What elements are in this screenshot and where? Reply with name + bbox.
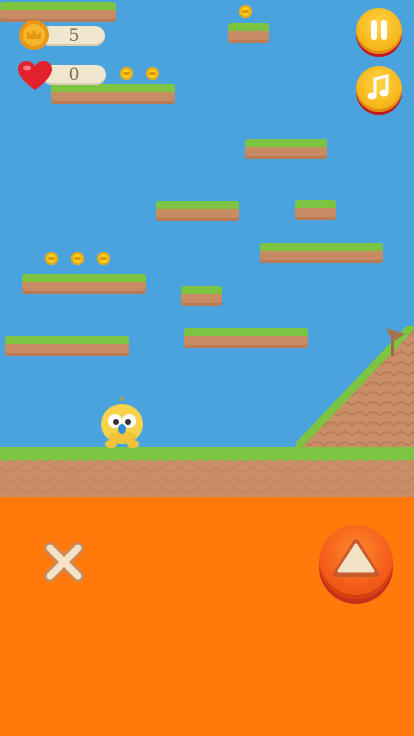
pause-button[interactable]: [356, 8, 402, 54]
triangle-up-icon: [333, 539, 379, 577]
game-scene: 5 0: [0, 0, 414, 736]
coin: [239, 5, 252, 18]
platform: [245, 139, 327, 159]
coin: [120, 67, 133, 80]
coin-count: 5: [68, 26, 80, 46]
platform: [184, 328, 308, 348]
crown-coin-icon: [19, 20, 49, 50]
platform: [156, 201, 239, 221]
platform: [51, 84, 175, 104]
flag-icon: [386, 328, 405, 356]
platform: [181, 286, 222, 306]
heart-icon: [18, 61, 52, 90]
coin: [71, 252, 84, 265]
music-note-icon: [367, 74, 389, 100]
platform: [295, 200, 336, 220]
platform: [22, 274, 146, 294]
coin: [97, 252, 110, 265]
platform: [228, 23, 269, 43]
platform: [5, 336, 129, 356]
lives-count: 0: [68, 65, 80, 85]
coin: [146, 67, 159, 80]
coin: [45, 252, 58, 265]
music-button[interactable]: [356, 66, 402, 112]
pause-icon: [371, 20, 387, 40]
close-button[interactable]: [40, 538, 88, 586]
jump-button[interactable]: [319, 525, 393, 599]
ground: [0, 447, 414, 517]
x-icon: [44, 542, 84, 582]
platform: [260, 243, 383, 263]
player-character: [101, 397, 143, 448]
